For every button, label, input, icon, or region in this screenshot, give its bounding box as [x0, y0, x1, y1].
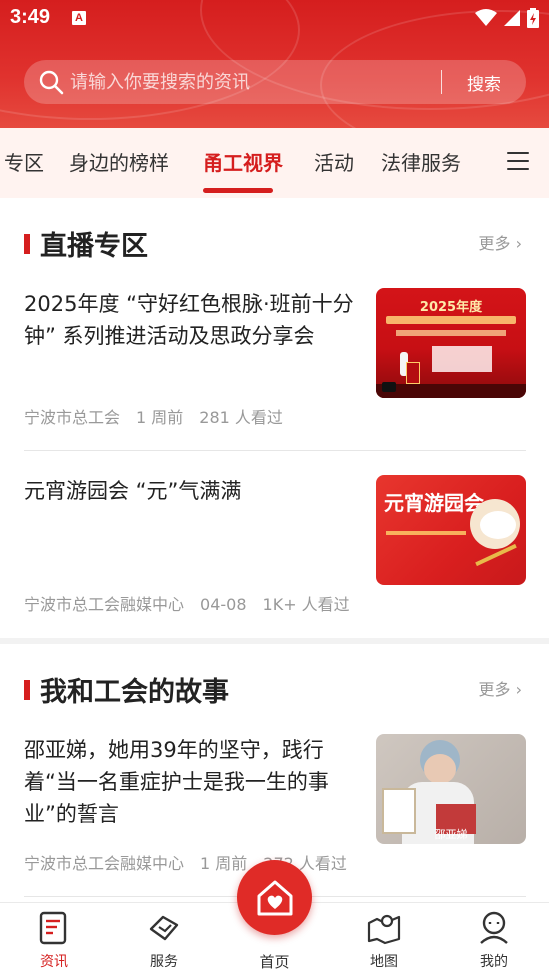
tab-yonggong-vision[interactable]: 甬工视界	[203, 147, 283, 176]
menu-icon[interactable]	[507, 152, 529, 172]
tab-legal-services[interactable]: 法律服务	[381, 147, 461, 176]
status-time: 3:49	[10, 6, 51, 28]
more-link[interactable]: 更多 ›	[478, 230, 522, 254]
tab-map[interactable]: 地图	[354, 909, 414, 971]
item-meta: 宁波市总工会 1 周前 281 人看过	[24, 404, 299, 428]
divider	[24, 450, 526, 451]
tab-news[interactable]: 资讯	[24, 909, 84, 971]
thumb-caption: 元宵游园会	[384, 491, 484, 515]
section-title: 直播专区	[40, 231, 148, 262]
tab-activities[interactable]: 活动	[314, 147, 354, 176]
search-input[interactable]	[70, 62, 441, 102]
service-icon	[149, 915, 179, 941]
item-source: 宁波市总工会融媒中心	[24, 595, 185, 614]
item-meta: 宁波市总工会融媒中心 1 周前 272 人看过	[24, 850, 363, 874]
more-label: 更多	[478, 680, 511, 699]
tab-role-models[interactable]: 身边的榜样	[69, 147, 169, 176]
chevron-right-icon: ›	[515, 234, 522, 253]
tab-service[interactable]: 服务	[134, 909, 194, 971]
thumb-caption: 邵亚娣	[434, 828, 468, 841]
map-icon	[367, 914, 401, 945]
tab-label: 资讯	[40, 954, 68, 970]
app-header: 3:49 A 搜索	[0, 0, 549, 128]
status-bar: 3:49 A	[0, 0, 549, 36]
home-label: 首页	[259, 953, 290, 971]
section-accent-bar	[24, 680, 30, 700]
item-title: 2025年度 “守好红色根脉·班前十分钟” 系列推进活动及思政分享会	[24, 292, 354, 348]
status-icons	[475, 8, 539, 28]
item-thumbnail: 邵亚娣	[376, 734, 526, 844]
section-accent-bar	[24, 234, 30, 254]
live-section-card: 直播专区 更多 › 2025年度 “守好红色根脉·班前十分钟” 系列推进活动及思…	[0, 198, 549, 638]
category-tabs: 专区 身边的榜样 甬工视界 活动 法律服务	[0, 128, 549, 198]
tab-label: 地图	[370, 954, 398, 970]
tab-label: 我的	[480, 954, 508, 970]
search-icon	[39, 70, 64, 95]
list-item[interactable]: 元宵游园会 “元”气满满 宁波市总工会融媒中心 04-08 1K+ 人看过 元宵游园…	[24, 475, 526, 614]
section-header: 直播专区 更多 ›	[24, 222, 524, 262]
list-item[interactable]: 邵亚娣，她用39年的坚守，践行着“当一名重症护士是我一生的事业”的誓言 宁波市总…	[24, 734, 526, 874]
item-source: 宁波市总工会融媒中心	[24, 854, 185, 873]
item-views: 281 人看过	[199, 408, 283, 427]
search-button[interactable]: 搜索	[442, 70, 526, 95]
list-item[interactable]: 2025年度 “守好红色根脉·班前十分钟” 系列推进活动及思政分享会 宁波市总工…	[24, 288, 526, 428]
chevron-right-icon: ›	[515, 680, 522, 699]
item-title: 元宵游园会 “元”气满满	[24, 479, 242, 503]
search-bar[interactable]: 搜索	[24, 60, 526, 104]
tab-zhuanqu[interactable]: 专区	[4, 147, 44, 176]
section-title: 我和工会的故事	[40, 677, 229, 708]
item-thumbnail: 2025年度	[376, 288, 526, 398]
notification-badge: A	[72, 11, 86, 25]
tab-label: 服务	[150, 954, 178, 970]
battery-icon	[527, 8, 539, 28]
item-meta: 宁波市总工会融媒中心 04-08 1K+ 人看过	[24, 591, 366, 615]
item-time: 04-08	[200, 595, 247, 614]
item-time: 1 周前	[200, 854, 248, 873]
item-source: 宁波市总工会	[24, 408, 121, 427]
tab-profile[interactable]: 我的	[464, 909, 524, 971]
home-heart-icon	[257, 880, 292, 915]
item-time: 1 周前	[136, 408, 184, 427]
more-label: 更多	[478, 234, 511, 253]
thumb-caption: 2025年度	[419, 300, 483, 315]
item-title: 邵亚娣，她用39年的坚守，践行着“当一名重症护士是我一生的事业”的誓言	[24, 738, 329, 826]
item-views: 1K+ 人看过	[262, 595, 350, 614]
home-button[interactable]	[237, 860, 312, 935]
more-link[interactable]: 更多 ›	[478, 676, 522, 700]
wifi-icon	[475, 9, 497, 26]
signal-icon	[504, 10, 520, 26]
section-header: 我和工会的故事 更多 ›	[24, 668, 524, 708]
profile-icon	[480, 911, 508, 944]
item-thumbnail: 元宵游园会	[376, 475, 526, 585]
news-icon	[39, 911, 67, 945]
active-tab-indicator	[203, 188, 273, 193]
